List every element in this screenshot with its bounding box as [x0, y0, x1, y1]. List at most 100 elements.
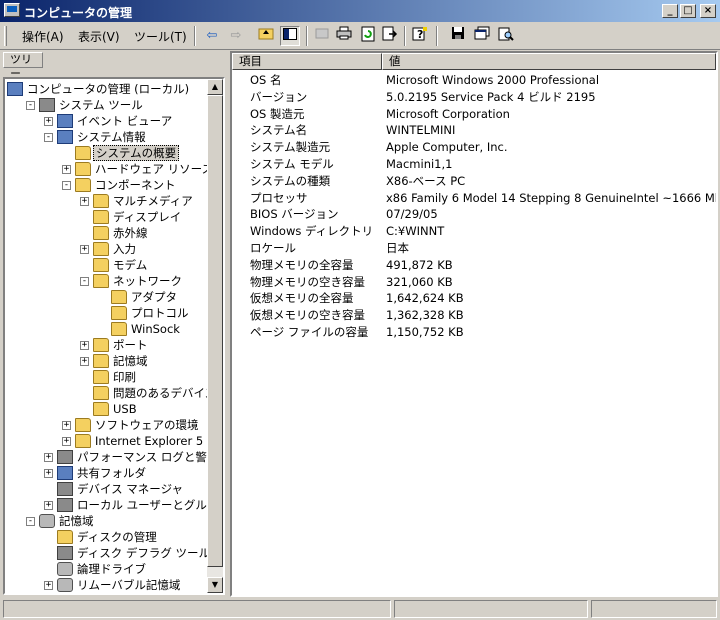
tree-node[interactable]: - システム情報	[5, 129, 205, 145]
column-header-value[interactable]: 値	[382, 53, 716, 70]
list-row[interactable]: 仮想メモリの空き容量 1,362,328 KB	[232, 307, 716, 324]
title-bar[interactable]: コンピュータの管理 _ □ ×	[0, 0, 720, 22]
refresh-icon[interactable]	[358, 26, 378, 46]
folder-icon	[93, 402, 109, 416]
list-row[interactable]: プロセッサ x86 Family 6 Model 14 Stepping 8 Ge…	[232, 190, 716, 207]
scroll-down-arrow-icon[interactable]: ▼	[207, 577, 223, 593]
tree-node[interactable]: モデム	[5, 257, 205, 273]
tree-node[interactable]: + イベント ビューア	[5, 113, 205, 129]
tree-node[interactable]: プロトコル	[5, 305, 205, 321]
find-icon[interactable]	[496, 26, 516, 46]
scroll-up-arrow-icon[interactable]: ▲	[207, 79, 223, 95]
tree-node[interactable]: デバイス マネージャ	[5, 481, 205, 497]
save-icon[interactable]	[448, 26, 468, 46]
tree-node[interactable]: - ネットワーク	[5, 273, 205, 289]
tree-node[interactable]: + マルチメディア	[5, 193, 205, 209]
tree-node[interactable]: 論理ドライブ	[5, 561, 205, 577]
expand-icon[interactable]: +	[80, 341, 89, 350]
tree-node[interactable]: + リムーバブル記憶域	[5, 577, 205, 593]
expand-icon[interactable]: +	[62, 437, 71, 446]
maximize-button[interactable]: □	[680, 4, 696, 18]
list-row[interactable]: システム製造元 Apple Computer, Inc.	[232, 139, 716, 156]
tree-node[interactable]: ディスクの管理	[5, 529, 205, 545]
show-tree-icon[interactable]	[280, 26, 300, 46]
tree-node[interactable]: + 共有フォルダ	[5, 465, 205, 481]
tree-node[interactable]: システムの概要	[5, 145, 205, 161]
tree-node[interactable]: + ポート	[5, 337, 205, 353]
tree-node[interactable]: 印刷	[5, 369, 205, 385]
list-row[interactable]: ロケール 日本	[232, 240, 716, 257]
list-row[interactable]: Windows ディレクトリ C:¥WINNT	[232, 223, 716, 240]
list-row[interactable]: システムの種類 X86-ベース PC	[232, 173, 716, 190]
folder-icon	[93, 210, 109, 224]
item-name: 物理メモリの全容量	[250, 257, 354, 272]
tree-node[interactable]: 赤外線	[5, 225, 205, 241]
toolbar-grip[interactable]	[4, 26, 7, 46]
collapse-icon[interactable]: -	[26, 101, 35, 110]
menu-action[interactable]: 操作(A)	[22, 28, 64, 45]
list-row[interactable]: バージョン 5.0.2195 Service Pack 4 ビルド 2195	[232, 89, 716, 106]
list-row[interactable]: OS 名 Microsoft Windows 2000 Professional	[232, 72, 716, 89]
expand-icon[interactable]: +	[44, 453, 53, 462]
tree-node[interactable]: + Internet Explorer 5	[5, 433, 205, 449]
tree-vertical-scrollbar[interactable]: ▲ ▼	[207, 79, 223, 593]
back-icon[interactable]: ⇦	[202, 26, 222, 46]
menu-tools[interactable]: ツール(T)	[134, 28, 187, 45]
collapse-icon[interactable]: -	[26, 517, 35, 526]
tree-node-label: ネットワーク	[113, 274, 182, 288]
tree-node[interactable]: - 記憶域	[5, 513, 205, 529]
collapse-icon[interactable]: -	[80, 277, 89, 286]
tree-pane[interactable]: コンピュータの管理 (ローカル) - システム ツール + イベント ビューア - システム…	[3, 77, 225, 595]
folder-icon	[93, 338, 109, 352]
expand-icon[interactable]: +	[62, 421, 71, 430]
tree-node[interactable]: USB	[5, 401, 205, 417]
new-window-icon[interactable]	[472, 26, 492, 46]
tree-node[interactable]: ディスプレイ	[5, 209, 205, 225]
expand-icon[interactable]: +	[80, 245, 89, 254]
list-row[interactable]: 物理メモリの空き容量 321,060 KB	[232, 274, 716, 291]
collapse-icon[interactable]: -	[44, 133, 53, 142]
properties-icon[interactable]	[312, 26, 332, 46]
expand-icon[interactable]: +	[44, 469, 53, 478]
expand-icon[interactable]: +	[44, 501, 53, 510]
tree-node[interactable]: ディスク デフラグ ツール	[5, 545, 210, 561]
tree-node[interactable]: アダプタ	[5, 289, 205, 305]
tree-node[interactable]: + 入力	[5, 241, 205, 257]
list-row[interactable]: システム モデル Macmini1,1	[232, 156, 716, 173]
tree-node[interactable]: コンピュータの管理 (ローカル)	[5, 81, 205, 97]
expand-icon[interactable]: +	[62, 165, 71, 174]
minimize-button[interactable]: _	[662, 4, 678, 18]
expand-icon[interactable]: +	[44, 117, 53, 126]
tab-tree[interactable]: ツリー	[3, 52, 43, 80]
export-list-icon[interactable]	[380, 26, 400, 46]
tree-node[interactable]: 問題のあるデバイス	[5, 385, 216, 401]
tree-node[interactable]: - システム ツール	[5, 97, 205, 113]
tree-node[interactable]: - コンポーネント	[5, 177, 205, 193]
tree-node[interactable]: + ソフトウェアの環境	[5, 417, 205, 433]
column-header-item[interactable]: 項目	[232, 53, 382, 70]
expand-icon[interactable]: +	[80, 357, 89, 366]
expand-icon[interactable]: +	[80, 197, 89, 206]
collapse-icon[interactable]: -	[62, 181, 71, 190]
tree-node[interactable]: WinSock	[5, 321, 205, 337]
list-row[interactable]: ページ ファイルの容量 1,150,752 KB	[232, 324, 716, 341]
scroll-thumb[interactable]	[207, 95, 223, 567]
list-row[interactable]: 仮想メモリの全容量 1,642,624 KB	[232, 290, 716, 307]
expand-icon[interactable]: +	[44, 581, 53, 590]
folder-icon	[111, 306, 127, 320]
print-icon[interactable]	[334, 26, 354, 46]
tree-node[interactable]: + パフォーマンス ログと警告	[5, 449, 218, 465]
list-row[interactable]: BIOS バージョン 07/29/05	[232, 206, 716, 223]
close-button[interactable]: ×	[700, 4, 716, 18]
tree-node[interactable]: + ハードウェア リソース	[5, 161, 213, 177]
list-row[interactable]: 物理メモリの全容量 491,872 KB	[232, 257, 716, 274]
help-icon[interactable]: ?	[410, 26, 430, 46]
menu-view[interactable]: 表示(V)	[78, 28, 120, 45]
tree-node[interactable]: + ローカル ユーザーとグループ	[5, 497, 223, 513]
list-row[interactable]: OS 製造元 Microsoft Corporation	[232, 106, 716, 123]
up-folder-icon[interactable]	[256, 26, 276, 46]
forward-icon[interactable]: ⇨	[226, 26, 246, 46]
tree-node[interactable]: + 記憶域	[5, 353, 205, 369]
list-row[interactable]: システム名 WINTELMINI	[232, 122, 716, 139]
detail-list-pane[interactable]: 項目 値 OS 名 Microsoft Windows 2000 Professi…	[230, 51, 718, 597]
